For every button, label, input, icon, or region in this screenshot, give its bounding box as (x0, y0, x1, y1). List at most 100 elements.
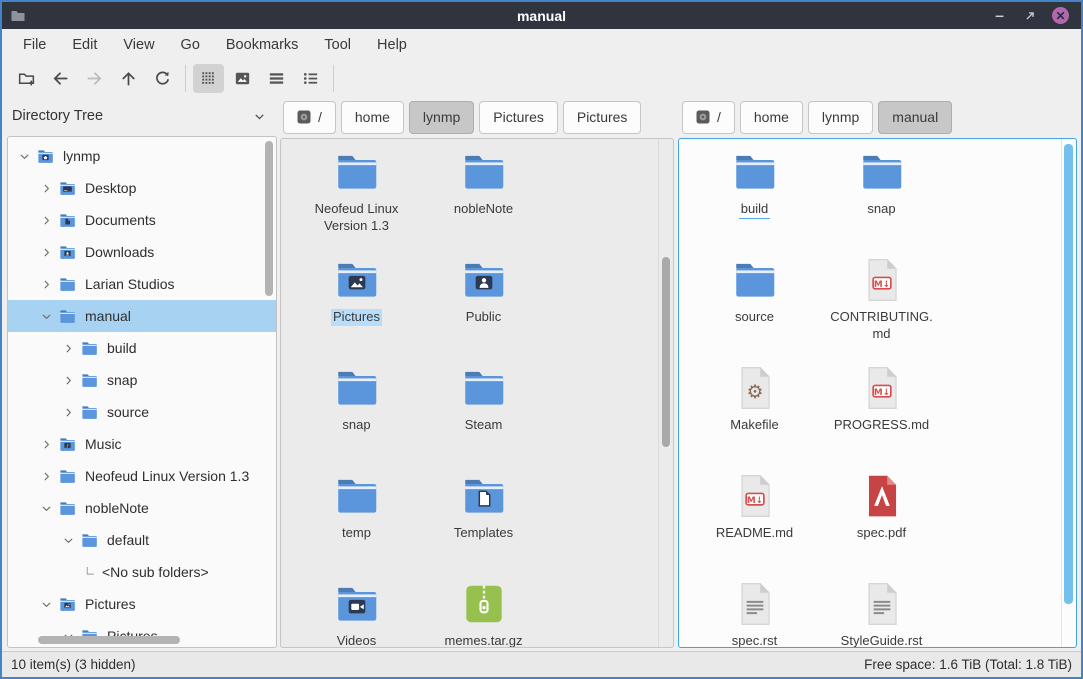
sidebar-mode-select[interactable]: Directory Tree (7, 96, 277, 136)
chevron-right-icon[interactable] (60, 372, 76, 388)
breadcrumb-lynmp[interactable]: lynmp (808, 101, 873, 134)
breadcrumb-home[interactable]: home (341, 101, 404, 134)
menu-file[interactable]: File (10, 32, 59, 58)
svg-text:M↓: M↓ (873, 388, 889, 398)
minimize-button[interactable] (992, 8, 1008, 24)
file-item-memes-tar-gz[interactable]: memes.tar.gz (420, 575, 547, 648)
tree-item-manual[interactable]: manual (8, 300, 276, 332)
svg-text:M↓: M↓ (873, 280, 889, 290)
file-item-snap[interactable]: snap (293, 359, 420, 467)
chevron-down-icon[interactable] (60, 532, 76, 548)
tree-item-default[interactable]: default (8, 524, 276, 556)
chevron-down-icon[interactable] (38, 308, 54, 324)
chevron-down-icon[interactable] (38, 596, 54, 612)
compact-view-button[interactable] (261, 64, 292, 93)
back-button[interactable] (45, 64, 76, 93)
breadcrumb-root[interactable]: / (682, 101, 735, 134)
tree-horizontal-scrollbar[interactable] (38, 636, 180, 644)
chevron-down-icon[interactable] (16, 148, 32, 164)
tree-item-snap[interactable]: snap (8, 364, 276, 396)
tree-item-pictures[interactable]: Pictures (8, 588, 276, 620)
file-item-source[interactable]: source (691, 251, 818, 359)
file-item-videos[interactable]: Videos (293, 575, 420, 648)
file-item-steam[interactable]: Steam (420, 359, 547, 467)
folder-icon (332, 363, 382, 413)
breadcrumb-lynmp[interactable]: lynmp (409, 101, 474, 134)
forward-button[interactable] (79, 64, 110, 93)
breadcrumb-pictures[interactable]: Pictures (563, 101, 642, 134)
left-pane-scrollbar-thumb[interactable] (662, 257, 670, 447)
tree-vertical-scrollbar[interactable] (265, 141, 273, 296)
file-item-build[interactable]: build (691, 143, 818, 251)
chevron-right-icon[interactable] (60, 340, 76, 356)
breadcrumb-pictures[interactable]: Pictures (479, 101, 558, 134)
menu-edit[interactable]: Edit (59, 32, 110, 58)
left-file-view[interactable]: Neofeud Linux Version 1.3nobleNotePictur… (280, 138, 674, 648)
new-tab-button[interactable] (11, 64, 42, 93)
menu-bookmarks[interactable]: Bookmarks (213, 32, 312, 58)
tree-item-larian-studios[interactable]: Larian Studios (8, 268, 276, 300)
window-title: manual (2, 8, 1081, 24)
folder-icon (459, 363, 509, 413)
tree-item-source[interactable]: source (8, 396, 276, 428)
tree-item-desktop[interactable]: Desktop (8, 172, 276, 204)
icon-view-button[interactable] (193, 64, 224, 93)
file-item-styleguide-rst[interactable]: StyleGuide.rst (818, 575, 945, 648)
file-item-progress-md[interactable]: M↓PROGRESS.md (818, 359, 945, 467)
maximize-button[interactable] (1022, 8, 1038, 24)
directory-tree: lynmpDesktopDocumentsDownloads Larian Stu… (7, 136, 277, 648)
chevron-right-icon[interactable] (38, 276, 54, 292)
tree-item-music[interactable]: ♪Music (8, 428, 276, 460)
breadcrumb-root[interactable]: / (283, 101, 336, 134)
left-pane-scrollbar[interactable] (658, 139, 673, 647)
menu-go[interactable]: Go (168, 32, 213, 58)
chevron-right-icon[interactable] (38, 436, 54, 452)
breadcrumb-home[interactable]: home (740, 101, 803, 134)
tree-item-neofeud-linux-version-1-3[interactable]: Neofeud Linux Version 1.3 (8, 460, 276, 492)
tree-item-downloads[interactable]: Downloads (8, 236, 276, 268)
file-item-spec-pdf[interactable]: spec.pdf (818, 467, 945, 575)
menu-help[interactable]: Help (364, 32, 420, 58)
tree-item-noblenote[interactable]: nobleNote (8, 492, 276, 524)
right-pane-scrollbar[interactable] (1061, 139, 1076, 647)
chevron-right-icon[interactable] (60, 404, 76, 420)
file-item-makefile[interactable]: ⚙Makefile (691, 359, 818, 467)
thumbnail-view-button[interactable] (227, 64, 258, 93)
tree-item-documents[interactable]: Documents (8, 204, 276, 236)
tree-item-label: source (107, 404, 149, 420)
file-item-templates[interactable]: Templates (420, 467, 547, 575)
refresh-icon (153, 69, 172, 88)
refresh-button[interactable] (147, 64, 178, 93)
tree-item-build[interactable]: build (8, 332, 276, 364)
file-item-snap[interactable]: snap (818, 143, 945, 251)
chevron-right-icon[interactable] (38, 468, 54, 484)
file-item-temp[interactable]: temp (293, 467, 420, 575)
breadcrumb-label: lynmp (423, 109, 460, 125)
tree-item-lynmp[interactable]: lynmp (8, 140, 276, 172)
chevron-right-icon[interactable] (38, 180, 54, 196)
file-label: source (733, 309, 776, 326)
close-button[interactable]: ✕ (1052, 7, 1069, 24)
breadcrumb-manual[interactable]: manual (878, 101, 952, 134)
up-button[interactable] (113, 64, 144, 93)
chevron-down-icon[interactable] (38, 500, 54, 516)
file-item-noblenote[interactable]: nobleNote (420, 143, 547, 251)
file-item-contributing-md[interactable]: M↓CONTRIBUTING.md (818, 251, 945, 359)
file-item-neofeud-linux-version-1-3[interactable]: Neofeud Linux Version 1.3 (293, 143, 420, 251)
folder-icon (58, 499, 77, 518)
detailed-view-button[interactable] (295, 64, 326, 93)
file-item-readme-md[interactable]: M↓README.md (691, 467, 818, 575)
file-item-pictures[interactable]: Pictures (293, 251, 420, 359)
menu-view[interactable]: View (110, 32, 167, 58)
file-label: memes.tar.gz (442, 633, 524, 648)
tree-item-no-sub-folders[interactable]: <No sub folders> (8, 556, 276, 588)
right-pane-scrollbar-thumb[interactable] (1064, 144, 1073, 604)
chevron-right-icon[interactable] (38, 244, 54, 260)
chevron-down-icon (252, 109, 267, 124)
right-file-view[interactable]: buildsnap source M↓CONTRIBUTING.md⚙Makefil… (678, 138, 1077, 648)
chevron-right-icon[interactable] (38, 212, 54, 228)
file-item-public[interactable]: Public (420, 251, 547, 359)
file-item-spec-rst[interactable]: spec.rst (691, 575, 818, 648)
menu-tool[interactable]: Tool (311, 32, 364, 58)
tree-item-label: Larian Studios (85, 276, 175, 292)
